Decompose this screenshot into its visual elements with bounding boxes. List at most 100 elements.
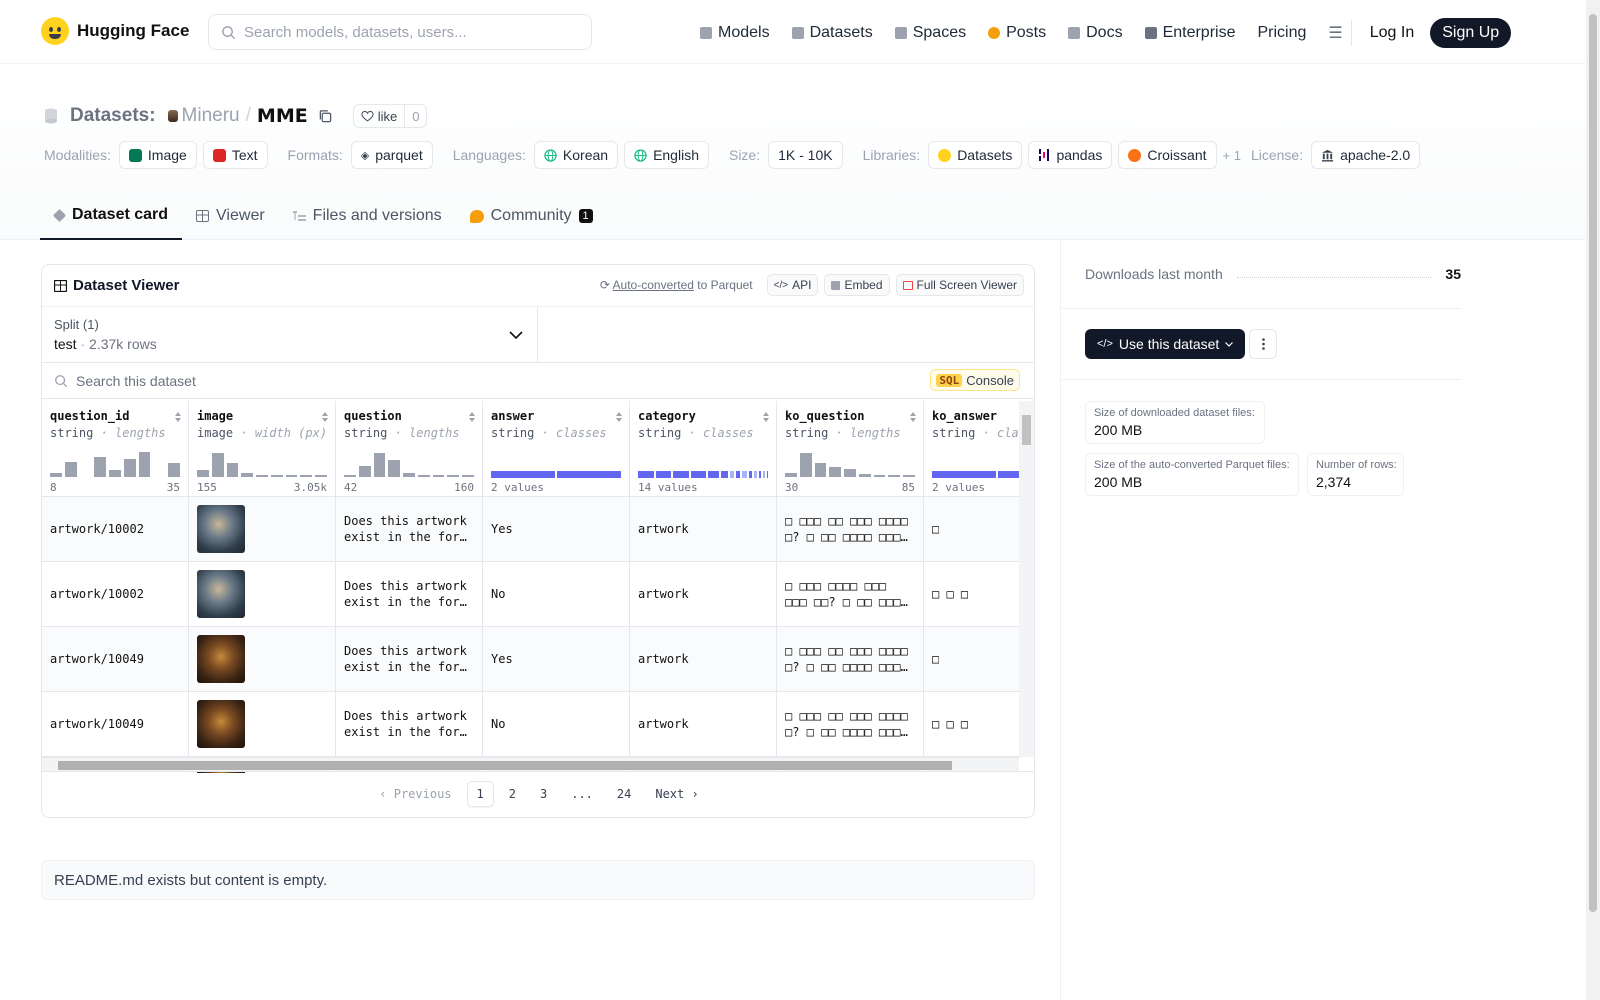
next-page-button[interactable]: Next › <box>646 782 707 806</box>
column-header[interactable]: image image · width (px) 155 3.05k <box>189 401 335 497</box>
breadcrumb-org[interactable]: Mineru <box>167 105 240 127</box>
class-segment[interactable] <box>708 471 719 478</box>
class-segment[interactable] <box>690 471 707 478</box>
tab-viewer[interactable]: Viewer <box>182 192 279 240</box>
sort-icon[interactable] <box>615 411 623 423</box>
tag-library-pandas[interactable]: pandas <box>1028 141 1113 169</box>
artwork-thumbnail[interactable] <box>197 505 245 553</box>
histogram-bar[interactable] <box>462 475 475 477</box>
more-options-button[interactable] <box>1249 329 1277 359</box>
column-header[interactable]: category string · classes 14 values <box>630 401 776 497</box>
table-cell[interactable]: Does this artwork exist in the form of p… <box>336 627 482 692</box>
histogram-bar[interactable] <box>447 475 460 477</box>
tag-format-parquet[interactable]: ◈ parquet <box>350 141 433 169</box>
scrollbar-thumb[interactable] <box>58 761 952 770</box>
histogram-bar[interactable] <box>94 457 107 477</box>
histogram-bar[interactable] <box>388 460 401 477</box>
class-segment[interactable] <box>730 471 735 478</box>
tag-language-korean[interactable]: Korean <box>533 141 619 169</box>
histogram-bar[interactable] <box>373 453 386 477</box>
sql-console-button[interactable]: SQL Console <box>930 369 1020 391</box>
copy-icon[interactable] <box>318 109 333 124</box>
table-cell[interactable]: artwork/10049 <box>42 692 188 757</box>
table-cell[interactable]: artwork/10002 <box>42 562 188 627</box>
like-button[interactable]: like 0 <box>352 104 428 128</box>
histogram-bar[interactable] <box>197 470 209 477</box>
class-segment[interactable] <box>762 471 765 478</box>
tag-library-croissant[interactable]: Croissant <box>1118 141 1217 169</box>
table-cell[interactable]: artwork/10049 <box>42 627 188 692</box>
class-segment[interactable] <box>748 471 752 478</box>
histogram-bar[interactable] <box>858 474 871 477</box>
sort-icon[interactable] <box>174 411 182 423</box>
tag-modality-text[interactable]: Text <box>202 141 268 169</box>
table-cell[interactable]: Does this artwork exist in the form of s… <box>336 692 482 757</box>
libraries-more[interactable]: + 1 <box>1223 148 1241 163</box>
class-segment[interactable] <box>736 471 741 478</box>
nav-link-enterprise[interactable]: Enterprise <box>1144 19 1235 47</box>
table-cell[interactable]: □ □□□ □□ □□□ □□□□ □? □ □□ □□□□ □□□ □□□ <box>777 627 923 692</box>
scrollbar-thumb[interactable] <box>1022 415 1031 445</box>
histogram-bar[interactable] <box>270 475 283 477</box>
table-cell[interactable] <box>189 562 335 627</box>
nav-link-datasets[interactable]: Datasets <box>791 19 873 47</box>
histogram-bar[interactable] <box>64 462 77 477</box>
class-segment[interactable] <box>998 471 1019 478</box>
histogram-bar[interactable] <box>799 453 812 477</box>
tab-community[interactable]: Community 1 <box>456 192 607 240</box>
histogram-bar[interactable] <box>344 475 356 477</box>
class-segment[interactable] <box>491 471 555 478</box>
histogram-bar[interactable] <box>50 473 62 477</box>
histogram-bar[interactable] <box>903 475 916 477</box>
dataset-search-input[interactable] <box>76 372 676 389</box>
histogram-bar[interactable] <box>844 469 856 477</box>
signup-button[interactable]: Sign Up <box>1430 18 1512 48</box>
page-button[interactable]: 3 <box>531 782 556 806</box>
repo-name[interactable]: MME <box>257 105 308 127</box>
tag-license[interactable]: apache-2.0 <box>1311 141 1421 169</box>
histogram-bar[interactable] <box>123 459 136 477</box>
column-header[interactable]: answer string · classes 2 values <box>483 401 629 497</box>
table-cell[interactable]: artwork/10002 <box>42 497 188 562</box>
table-vertical-scrollbar[interactable] <box>1019 401 1034 757</box>
nav-link-docs[interactable]: Docs <box>1068 19 1123 47</box>
table-cell[interactable]: artwork <box>630 497 776 562</box>
column-header[interactable]: question_id string · lengths 8 35 <box>42 401 188 497</box>
column-histogram[interactable] <box>50 449 181 477</box>
table-cell[interactable]: □ □ □ <box>924 692 1019 757</box>
nav-link-spaces[interactable]: Spaces <box>894 19 966 47</box>
nav-link-posts[interactable]: Posts <box>988 19 1046 47</box>
full-screen-viewer-button[interactable]: Full Screen Viewer <box>895 274 1024 296</box>
column-class-bar[interactable] <box>932 471 1019 478</box>
class-segment[interactable] <box>638 471 654 478</box>
column-header[interactable]: question string · lengths 42 160 <box>336 401 482 497</box>
tag-library-datasets[interactable]: Datasets <box>928 141 1023 169</box>
histogram-bar[interactable] <box>785 473 797 477</box>
split-selector[interactable]: Split (1) test · 2.37k rows <box>42 307 538 362</box>
use-this-dataset-button[interactable]: </> Use this dataset <box>1085 329 1246 359</box>
login-button[interactable]: Log In <box>1370 24 1414 42</box>
tag-size[interactable]: 1K - 10K <box>768 141 843 169</box>
more-menu-icon[interactable]: ☰ <box>1328 23 1342 43</box>
table-cell[interactable]: □ <box>924 497 1019 562</box>
table-cell[interactable]: □ □□□ □□ □□□ □□□□ □? □ □□ □□□□ □□□ □□□ <box>777 692 923 757</box>
histogram-bar[interactable] <box>432 475 445 477</box>
histogram-bar[interactable] <box>256 475 268 477</box>
nav-link-models[interactable]: Models <box>700 19 770 47</box>
class-segment[interactable] <box>673 471 689 478</box>
class-segment[interactable] <box>758 471 761 478</box>
page-button[interactable]: 1 <box>466 780 494 807</box>
table-cell[interactable]: □ <box>924 627 1019 692</box>
class-segment[interactable] <box>753 471 757 478</box>
auto-converted-link[interactable]: Auto-converted <box>613 278 694 292</box>
table-cell[interactable]: Does this artwork exist in the form of s… <box>336 562 482 627</box>
class-segment[interactable] <box>557 471 621 478</box>
global-search-input[interactable] <box>244 23 574 41</box>
histogram-bar[interactable] <box>80 475 92 477</box>
table-cell[interactable] <box>189 627 335 692</box>
table-cell[interactable]: artwork <box>630 692 776 757</box>
tag-modality-image[interactable]: Image <box>118 141 197 169</box>
sort-icon[interactable] <box>321 411 329 423</box>
tag-language-english[interactable]: English <box>624 141 709 169</box>
table-cell[interactable]: Yes <box>483 497 629 562</box>
